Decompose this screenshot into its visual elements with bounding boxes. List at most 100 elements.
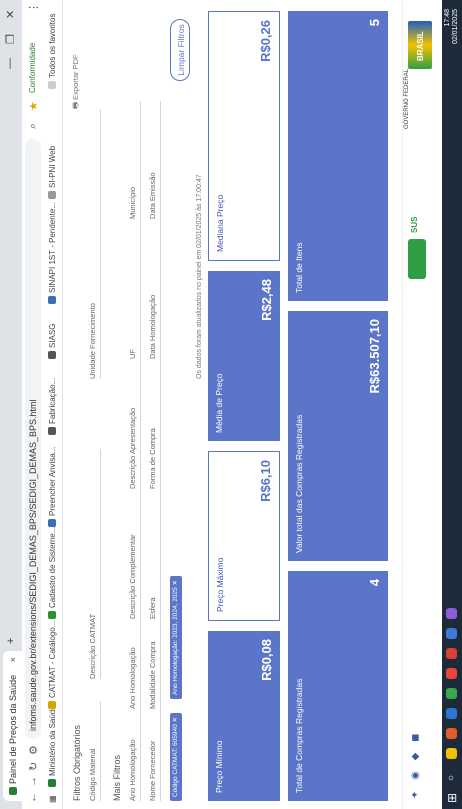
clock-time: 17:48	[444, 9, 451, 27]
bookmark-4-icon	[48, 427, 56, 435]
chip-ano-homologacao[interactable]: Ano Homologação: 2023, 2024, 2025 ✕	[170, 576, 182, 699]
filter-ano-homologacao[interactable]: Ano Homologação	[128, 739, 137, 801]
reload-icon[interactable]: ↻	[27, 762, 40, 771]
total-compras-title: Total de Compras Registradas	[294, 678, 304, 793]
metric-min-value: R$0,08	[259, 639, 274, 681]
bookmark-2-icon	[48, 611, 56, 619]
filter-line	[140, 101, 141, 801]
close-window-icon[interactable]: ✕	[4, 10, 17, 19]
forward-icon[interactable]: →	[27, 776, 39, 787]
filter-line	[100, 109, 101, 379]
total-valor-value: R$63.507,10	[367, 319, 382, 394]
metric-card-median: Mediana Preço R$0,26	[208, 11, 280, 261]
folder-icon	[48, 81, 56, 89]
outlook-icon[interactable]	[446, 708, 457, 719]
browser-tab[interactable]: Painel de Preços da Saúde ×	[3, 651, 22, 801]
site-info-icon[interactable]: ⚙	[27, 745, 40, 755]
update-note: Os dados foram atualizados no painel em …	[196, 174, 203, 379]
total-valor-title: Valor total das Compras Registradas	[294, 414, 304, 553]
metric-min-title: Preço Mínimo	[214, 740, 224, 793]
filter-unidade-fornecimento[interactable]: Unidade Fornecimento	[88, 303, 97, 379]
star-icon[interactable]: ★	[27, 101, 40, 111]
word-icon[interactable]	[446, 628, 457, 639]
bookmark-1[interactable]: CATMAT - Catálogo...	[48, 621, 57, 709]
bookmark-5-icon	[48, 351, 56, 359]
metric-card-max: Preço Máximo R$6,10	[208, 451, 280, 621]
bookmark-4[interactable]: Fabricação...	[48, 378, 57, 435]
bookmark-0-icon	[48, 779, 56, 787]
bookmark-6[interactable]: SINAPI 1ST - Pendente...	[48, 202, 57, 304]
zoom-icon[interactable]: ⌕	[27, 123, 40, 129]
filter-modalidade-compra[interactable]: Modalidade Compra	[148, 641, 157, 709]
windows-start-icon[interactable]: ⊞	[445, 793, 459, 803]
export-pdf-link[interactable]: 🖶 Exportar PDF	[70, 54, 83, 109]
metric-max-value: R$6,10	[258, 460, 273, 502]
metric-max-title: Preço Máximo	[215, 557, 225, 612]
filter-nome-fornecedor[interactable]: Nome Fornecedor	[148, 741, 157, 801]
pdf-icon: 🖶	[71, 99, 80, 109]
filter-municipio[interactable]: Município	[128, 187, 137, 219]
excel-icon[interactable]	[446, 688, 457, 699]
office-icon[interactable]	[446, 728, 457, 739]
menu-icon[interactable]: ⋮	[27, 2, 40, 13]
total-itens-title: Total de Itens	[294, 242, 304, 293]
sus-logo	[408, 239, 426, 279]
filter-descricao-catmat[interactable]: Descrição CATMAT	[88, 614, 97, 679]
total-compras-value: 4	[367, 579, 382, 587]
filter-ano-homologacao-2[interactable]: Ano Homologação	[128, 647, 137, 709]
total-card-itens: Total de Itens 5	[288, 11, 388, 301]
bookmark-0[interactable]: Ministério da Saúde	[48, 705, 57, 787]
filter-esfera[interactable]: Esfera	[148, 597, 157, 619]
new-tab-button[interactable]: +	[5, 638, 17, 644]
minimize-icon[interactable]: —	[4, 58, 16, 69]
explorer-icon[interactable]	[446, 748, 457, 759]
favicon-icon	[8, 787, 17, 795]
bookmark-2[interactable]: Cadastro de Sisteme...	[48, 527, 57, 619]
bookmark-5[interactable]: SIASG	[48, 324, 57, 359]
metric-avg-value: R$2,48	[259, 279, 274, 321]
filter-line	[100, 701, 101, 801]
app-icon[interactable]	[446, 648, 457, 659]
back-icon[interactable]: ←	[27, 792, 39, 803]
metric-median-value: R$0,26	[258, 20, 273, 62]
total-itens-value: 5	[367, 19, 382, 27]
close-tab-icon[interactable]: ×	[8, 657, 18, 662]
tab-title: Painel de Preços da Saúde	[7, 674, 18, 784]
metric-card-avg: Média de Preço R$2,48	[208, 271, 280, 441]
apps-icon[interactable]: ▦	[48, 795, 57, 803]
filter-descricao-apresentacao[interactable]: Descrição Apresentação	[128, 408, 137, 489]
brasil-label: BRASIL	[416, 31, 425, 61]
filter-line	[100, 449, 101, 679]
restore-icon[interactable]: ❐	[4, 34, 17, 44]
chrome-icon[interactable]	[446, 668, 457, 679]
filter-descricao-complementar[interactable]: Descrição Complementar	[128, 534, 137, 619]
bookmark-7-icon	[48, 191, 56, 199]
filter-forma-compra[interactable]: Forma de Compra	[148, 428, 157, 489]
url-field[interactable]: infoms.saude.gov.br/extensions/SEDIGI_DE…	[25, 139, 41, 739]
metric-avg-title: Média de Preço	[214, 373, 224, 433]
filter-line	[160, 101, 161, 801]
clear-filters-button[interactable]: Limpar Filtros	[170, 19, 190, 81]
social-icons[interactable]: ✦ ◉ ◆ ◼	[410, 730, 421, 799]
metric-card-min: Preço Mínimo R$0,08	[208, 631, 280, 801]
search-icon[interactable]: ○	[446, 775, 457, 781]
teams-icon[interactable]	[446, 608, 457, 619]
sus-label: SUS	[410, 216, 419, 233]
total-card-valor: Valor total das Compras Registradas R$63…	[288, 311, 388, 561]
bookmark-3[interactable]: Preencher Anvisa...	[48, 447, 57, 527]
bookmark-1-icon	[48, 701, 56, 709]
chip-codigo-catmat[interactable]: Código CATMAT: 605940 ✕	[170, 712, 182, 801]
filter-data-emissao[interactable]: Data Emissão	[148, 172, 157, 219]
more-filters-title[interactable]: Mais Filtros	[112, 755, 122, 801]
clock-date: 02/01/2025	[452, 9, 459, 45]
profile-label[interactable]: Conformidade	[28, 43, 37, 93]
metric-median-title: Mediana Preço	[215, 194, 225, 252]
required-filters-title: Filtros Obrigatórios	[72, 724, 82, 801]
filter-codigo-material[interactable]: Código Material	[88, 748, 97, 801]
filter-data-homologacao[interactable]: Data Homologação	[148, 295, 157, 359]
filter-uf[interactable]: UF	[128, 349, 137, 359]
bookmark-7[interactable]: SI-PNI Web	[48, 146, 57, 199]
other-favorites[interactable]: Todos os favoritos	[48, 14, 57, 89]
gov-label: GOVERNO FEDERAL	[404, 68, 410, 129]
clock[interactable]: 17:48 02/01/2025	[444, 9, 460, 69]
